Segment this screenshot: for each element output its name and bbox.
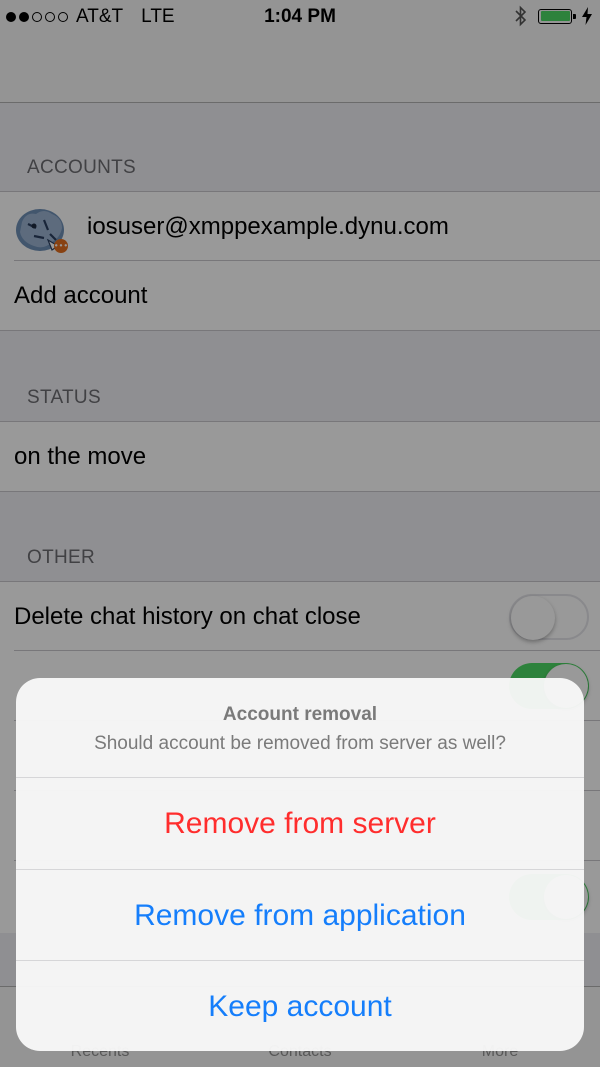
account-removal-alert: Account removal Should account be remove… (16, 678, 584, 1051)
remove-from-server-button[interactable]: Remove from server (16, 777, 584, 869)
remove-from-application-button[interactable]: Remove from application (16, 869, 584, 961)
keep-account-button[interactable]: Keep account (16, 960, 584, 1051)
alert-message: Should account be removed from server as… (94, 733, 506, 754)
alert-title: Account removal (222, 704, 378, 725)
